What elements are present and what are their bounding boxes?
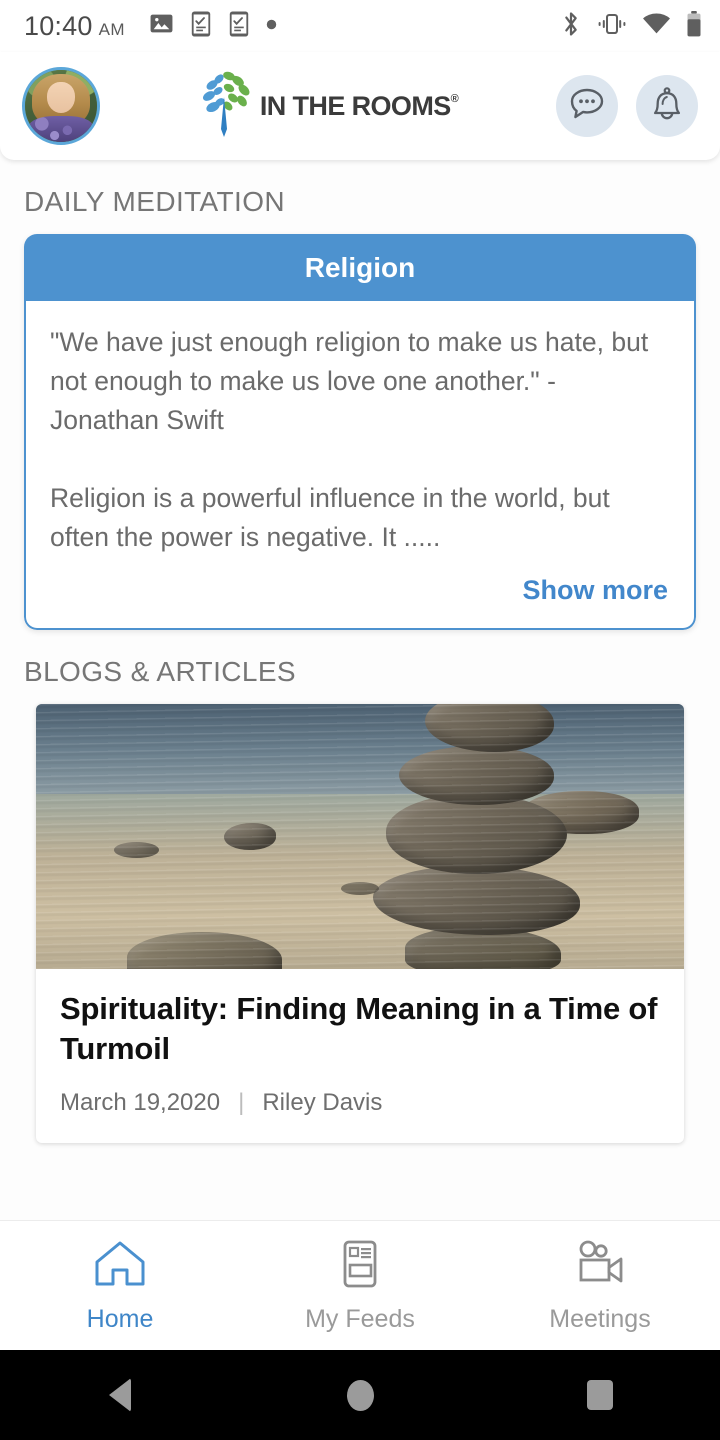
nav-item-meetings[interactable]: Meetings bbox=[480, 1238, 720, 1334]
daily-meditation-card[interactable]: Religion "We have just enough religion t… bbox=[24, 234, 696, 630]
app-root: 10:40 AM IN THE ROOMS ® DAILY MEDITATION… bbox=[0, 0, 720, 1440]
tree-logo-icon bbox=[198, 69, 258, 144]
meditation-quote: "We have just enough religion to make us… bbox=[50, 327, 649, 435]
status-system-icons bbox=[560, 10, 702, 43]
image-water-ripples bbox=[36, 704, 684, 969]
avatar-clothing bbox=[29, 116, 93, 142]
blog-title: Spirituality: Finding Meaning in a Time … bbox=[60, 991, 658, 1066]
video-camera-icon bbox=[571, 1238, 629, 1295]
blog-meta-separator: | bbox=[238, 1089, 245, 1116]
section-title-blogs-articles: BLOGS & ARTICLES bbox=[24, 656, 296, 687]
battery-icon bbox=[686, 10, 702, 42]
main-content: DAILY MEDITATION Religion "We have just … bbox=[0, 160, 720, 1220]
blog-author: Riley Davis bbox=[262, 1089, 383, 1116]
meditation-category-header: Religion bbox=[24, 234, 696, 301]
back-triangle-icon bbox=[109, 1378, 131, 1412]
blog-card-body: Spirituality: Finding Meaning in a Time … bbox=[36, 969, 684, 1143]
system-home-button[interactable] bbox=[300, 1350, 420, 1440]
phone-check-icon bbox=[190, 11, 212, 42]
status-clock: 10:40 AM bbox=[24, 11, 125, 42]
status-notification-icons bbox=[149, 11, 277, 42]
status-ampm-text: AM bbox=[98, 19, 126, 39]
nav-item-home[interactable]: Home bbox=[0, 1238, 240, 1334]
meditation-text: "We have just enough religion to make us… bbox=[50, 323, 670, 557]
image-icon bbox=[149, 11, 174, 41]
dot-icon bbox=[266, 17, 277, 35]
blog-article-card[interactable]: Spirituality: Finding Meaning in a Time … bbox=[36, 704, 684, 1143]
app-logo: IN THE ROOMS ® bbox=[100, 69, 556, 144]
system-recents-button[interactable] bbox=[540, 1350, 660, 1440]
chat-button[interactable] bbox=[556, 75, 618, 137]
newspaper-icon bbox=[334, 1238, 386, 1295]
nav-label-my-feeds: My Feeds bbox=[305, 1304, 415, 1333]
avatar[interactable] bbox=[22, 67, 100, 145]
nav-label-meetings: Meetings bbox=[549, 1304, 651, 1333]
blog-article-image bbox=[36, 704, 684, 969]
section-title-daily-meditation: DAILY MEDITATION bbox=[24, 186, 286, 217]
bell-icon bbox=[647, 84, 687, 129]
meditation-body: Religion is a powerful influence in the … bbox=[50, 483, 610, 552]
vibrate-icon bbox=[597, 12, 627, 41]
bottom-navigation: Home My Feeds Meetings bbox=[0, 1220, 720, 1350]
meditation-card-body: "We have just enough religion to make us… bbox=[24, 301, 696, 630]
nav-item-my-feeds[interactable]: My Feeds bbox=[240, 1238, 480, 1334]
nav-label-home: Home bbox=[86, 1304, 154, 1333]
system-status-bar: 10:40 AM bbox=[0, 0, 720, 52]
logo-text-label: IN THE ROOMS bbox=[259, 90, 451, 121]
logo-wordmark: IN THE ROOMS ® bbox=[259, 90, 459, 122]
android-system-nav bbox=[0, 1350, 720, 1440]
chat-bubble-icon bbox=[567, 84, 607, 129]
blog-meta: March 19,2020 | Riley Davis bbox=[60, 1089, 660, 1117]
home-circle-icon bbox=[346, 1379, 374, 1411]
recents-square-icon bbox=[587, 1380, 613, 1410]
home-icon bbox=[92, 1238, 148, 1295]
logo-trademark: ® bbox=[450, 92, 459, 105]
bluetooth-icon bbox=[560, 10, 582, 43]
phone-check-icon bbox=[228, 11, 250, 42]
app-header: IN THE ROOMS ® bbox=[0, 52, 720, 160]
notifications-button[interactable] bbox=[636, 75, 698, 137]
show-more-link[interactable]: Show more bbox=[50, 557, 670, 614]
system-back-button[interactable] bbox=[60, 1350, 180, 1440]
blog-date: March 19,2020 bbox=[60, 1089, 221, 1116]
wifi-icon bbox=[642, 12, 671, 40]
status-time-text: 10:40 bbox=[24, 10, 93, 41]
